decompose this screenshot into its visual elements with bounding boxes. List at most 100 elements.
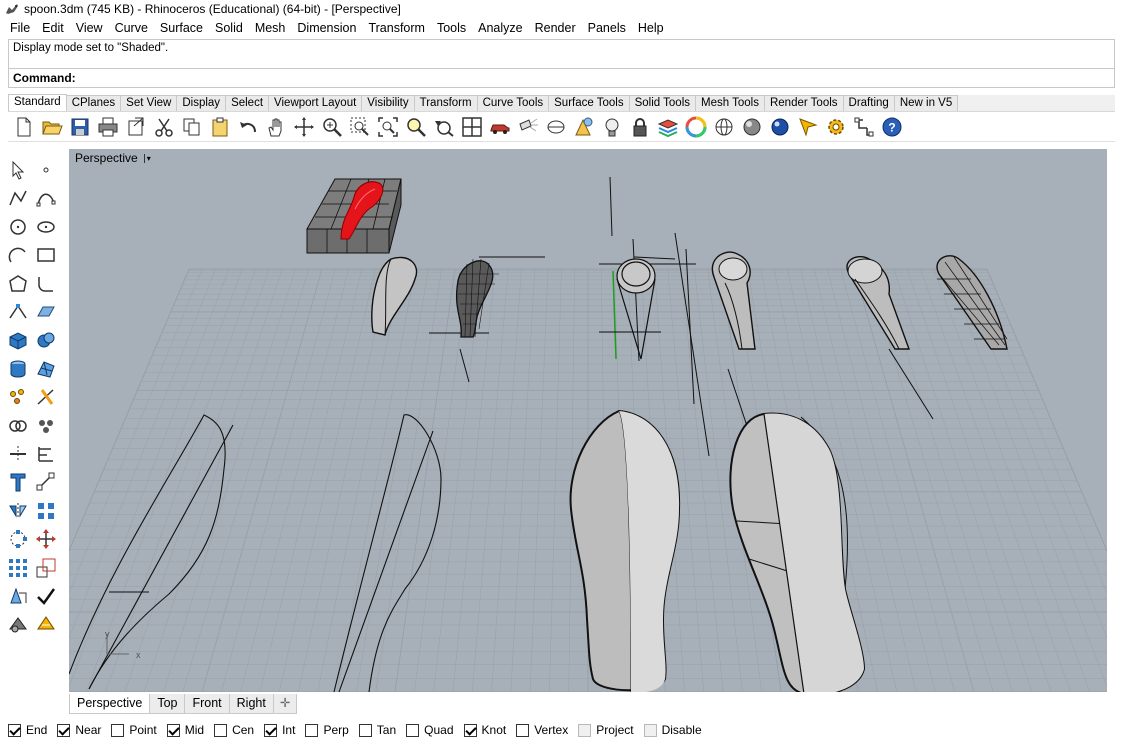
menu-surface[interactable]: Surface (154, 18, 209, 38)
osnap-end[interactable]: End (8, 723, 47, 737)
osnap-quad-checkbox[interactable] (406, 723, 420, 737)
menu-dimension[interactable]: Dimension (291, 18, 362, 38)
tab-render-tools[interactable]: Render Tools (763, 95, 844, 111)
surface-tools-icon[interactable] (34, 300, 58, 324)
spotlight-icon[interactable] (516, 115, 540, 139)
lock-icon[interactable] (628, 115, 652, 139)
osnap-point-checkbox[interactable] (111, 723, 125, 737)
import-icon[interactable] (124, 115, 148, 139)
selected-mold-block[interactable] (306, 178, 402, 254)
tab-standard[interactable]: Standard (8, 94, 67, 111)
cut-icon[interactable] (152, 115, 176, 139)
osnap-point[interactable]: Point (111, 723, 157, 737)
color-wheel-icon[interactable] (684, 115, 708, 139)
tab-curve-tools[interactable]: Curve Tools (476, 95, 550, 111)
menu-tools[interactable]: Tools (431, 18, 472, 38)
tab-set-view[interactable]: Set View (120, 95, 178, 111)
paste-icon[interactable] (208, 115, 232, 139)
save-icon[interactable] (68, 115, 92, 139)
command-prompt[interactable]: Command: (8, 69, 1115, 88)
polygon-icon[interactable] (6, 272, 30, 296)
osnap-perp[interactable]: Perp (305, 723, 349, 737)
spoon-shell-4[interactable] (711, 251, 756, 350)
dimension-icon[interactable] (34, 470, 58, 494)
point-icon[interactable] (34, 158, 58, 182)
zoom-extents-icon[interactable] (376, 115, 400, 139)
mirror-icon[interactable] (6, 499, 30, 523)
help-icon[interactable]: ? (880, 115, 904, 139)
osnap-quad[interactable]: Quad (406, 723, 454, 737)
tab-surface-tools[interactable]: Surface Tools (548, 95, 630, 111)
solid-tools-icon[interactable] (34, 328, 58, 352)
array-polar-icon[interactable] (6, 527, 30, 551)
menu-solid[interactable]: Solid (209, 18, 249, 38)
group-icon[interactable] (34, 414, 58, 438)
arc-icon[interactable] (6, 243, 30, 267)
split-icon[interactable] (6, 442, 30, 466)
rotate-view-icon[interactable] (292, 115, 316, 139)
osnap-int[interactable]: Int (264, 723, 295, 737)
new-file-icon[interactable] (12, 115, 36, 139)
boolean-icon[interactable] (6, 414, 30, 438)
print-icon[interactable] (96, 115, 120, 139)
spoon-large-sole[interactable] (729, 412, 866, 692)
check-icon[interactable] (34, 584, 58, 608)
analysis-icon[interactable] (6, 584, 30, 608)
pan-hand-icon[interactable] (264, 115, 288, 139)
tab-solid-tools[interactable]: Solid Tools (628, 95, 696, 111)
undo-view-icon[interactable] (432, 115, 456, 139)
wireframe-sphere-icon[interactable] (712, 115, 736, 139)
perspective-viewport[interactable]: y x Perspective ▾ (69, 149, 1107, 692)
osnap-mid[interactable]: Mid (166, 723, 204, 737)
osnap-project-checkbox[interactable] (578, 723, 592, 737)
viewport-tab-perspective[interactable]: Perspective (69, 694, 151, 714)
viewport-title[interactable]: Perspective ▾ (69, 149, 155, 167)
tab-select[interactable]: Select (225, 95, 270, 111)
osnap-tan-checkbox[interactable] (358, 723, 372, 737)
fillet-curves-icon[interactable] (34, 272, 58, 296)
menu-analyze[interactable]: Analyze (472, 18, 528, 38)
viewport-tab-right[interactable]: Right (228, 694, 274, 714)
undo-icon[interactable] (236, 115, 260, 139)
trim-split-icon[interactable] (34, 385, 58, 409)
osnap-end-checkbox[interactable] (8, 723, 21, 737)
menu-curve[interactable]: Curve (109, 18, 154, 38)
rectangle-icon[interactable] (34, 243, 58, 267)
add-viewport-tab-button[interactable]: ✛ (272, 694, 298, 714)
render-props-icon[interactable] (6, 612, 30, 636)
osnap-knot-checkbox[interactable] (463, 723, 477, 737)
viewport-tab-top[interactable]: Top (149, 694, 186, 714)
menu-edit[interactable]: Edit (36, 18, 70, 38)
environment-icon[interactable] (34, 612, 58, 636)
viewport-scene[interactable]: y x (69, 149, 1107, 692)
profile-curve-middle[interactable] (333, 414, 442, 692)
profile-curve-left[interactable] (69, 414, 234, 690)
curve-tools-icon[interactable] (6, 300, 30, 324)
render-icon[interactable] (796, 115, 820, 139)
osnap-knot[interactable]: Knot (463, 723, 506, 737)
ellipse-icon[interactable] (34, 215, 58, 239)
zoom-selected-icon[interactable] (404, 115, 428, 139)
osnap-near[interactable]: Near (57, 723, 101, 737)
commands-icon[interactable] (852, 115, 876, 139)
text-icon[interactable] (6, 470, 30, 494)
osnap-near-checkbox[interactable] (57, 723, 71, 737)
copy-icon[interactable] (180, 115, 204, 139)
viewport-tab-front[interactable]: Front (184, 694, 230, 714)
align-icon[interactable] (34, 442, 58, 466)
osnap-disable[interactable]: Disable (643, 723, 702, 737)
array-icon[interactable] (34, 499, 58, 523)
circle-icon[interactable] (6, 215, 30, 239)
move-icon[interactable] (34, 527, 58, 551)
scale-icon[interactable] (34, 556, 58, 580)
layer-icon[interactable] (656, 115, 680, 139)
select-arrow-icon[interactable] (6, 158, 30, 182)
cplane-icon[interactable] (544, 115, 568, 139)
osnap-disable-checkbox[interactable] (643, 723, 657, 737)
object-properties-icon[interactable] (572, 115, 596, 139)
osnap-vertex-checkbox[interactable] (516, 723, 530, 737)
cylinder-icon[interactable] (6, 357, 30, 381)
menu-help[interactable]: Help (632, 18, 670, 38)
spoon-wire-6[interactable] (936, 255, 1008, 350)
four-viewports-icon[interactable] (460, 115, 484, 139)
